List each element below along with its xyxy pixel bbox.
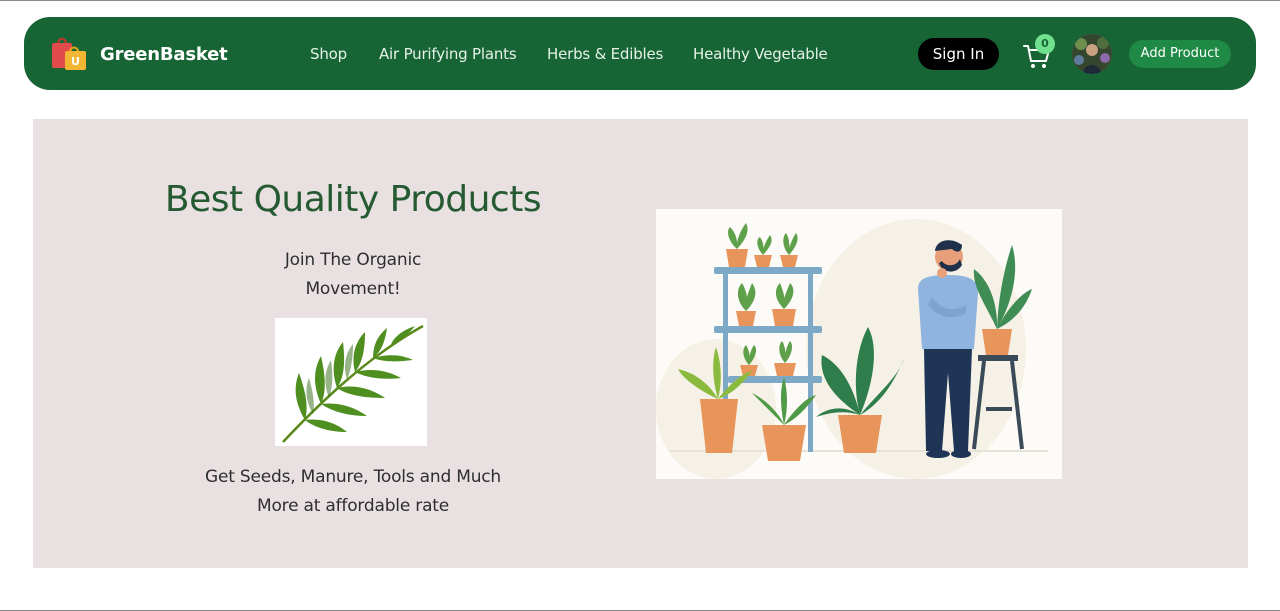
- sign-in-button[interactable]: Sign In: [918, 38, 999, 70]
- shopping-bags-icon: U: [52, 37, 86, 70]
- hero-title: Best Quality Products: [164, 179, 542, 220]
- hero-description: Get Seeds, Manure, Tools and Much More a…: [204, 467, 501, 516]
- brand[interactable]: U GreenBasket: [50, 35, 228, 73]
- top-navbar: U GreenBasket Shop Air Purifying Plants …: [24, 17, 1256, 90]
- logo-letter: U: [71, 55, 80, 68]
- man-with-potted-plants-illustration: [656, 209, 1062, 479]
- user-avatar[interactable]: [1072, 34, 1112, 74]
- nav-link-herbs-edibles[interactable]: Herbs & Edibles: [547, 45, 663, 63]
- brand-name: GreenBasket: [100, 43, 228, 65]
- add-product-button[interactable]: Add Product: [1129, 40, 1231, 68]
- nav-link-healthy-vegetable[interactable]: Healthy Vegetable: [693, 45, 828, 63]
- nav-link-shop[interactable]: Shop: [310, 45, 347, 63]
- avatar-photo: [1072, 34, 1112, 74]
- cart-count-badge: 0: [1035, 34, 1055, 54]
- hero-subtitle: Join The Organic Movement!: [284, 250, 422, 299]
- hero-banner: Best Quality Products Join The Organic M…: [33, 119, 1248, 568]
- palm-leaf-image: [275, 318, 427, 446]
- nav-link-air-purifying-plants[interactable]: Air Purifying Plants: [379, 45, 517, 63]
